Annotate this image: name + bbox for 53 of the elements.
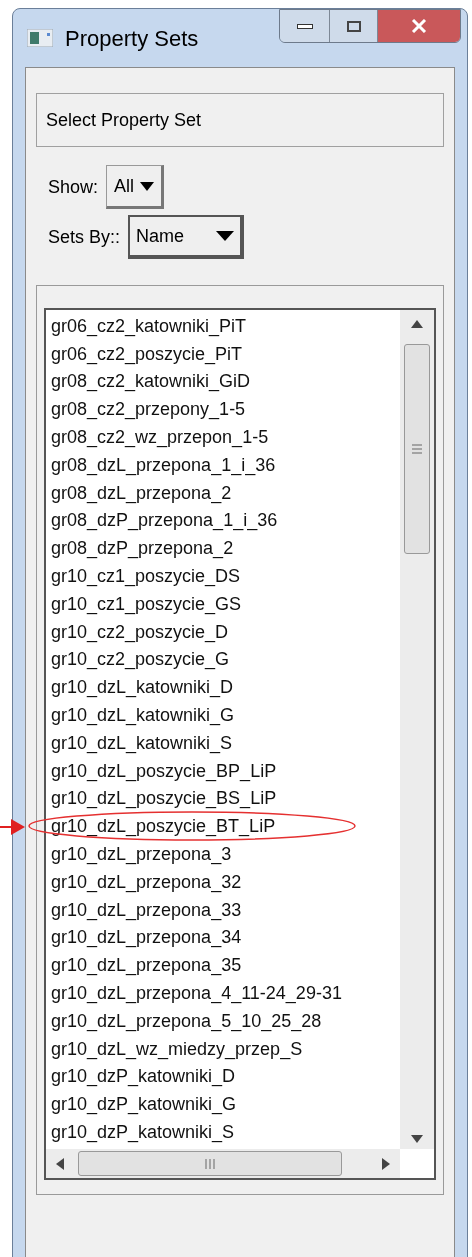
scrollbar-thumb[interactable]	[404, 344, 430, 554]
horizontal-scrollbar[interactable]	[46, 1149, 400, 1178]
list-item[interactable]: gr08_dzP_przepona_2	[51, 537, 234, 560]
list-item[interactable]: gr08_dzL_przepona_2	[51, 481, 232, 504]
maximize-button[interactable]	[330, 10, 378, 42]
list-item[interactable]: gr10_dzP_katowniki_S	[51, 1121, 235, 1143]
list-item[interactable]: gr10_cz1_poszycie_GS	[51, 592, 242, 615]
sets-by-label: Sets By::	[48, 225, 121, 249]
list-item[interactable]: gr06_cz2_poszycie_PiT	[51, 342, 243, 365]
list-item[interactable]: gr08_cz2_katowniki_GiD	[51, 370, 251, 393]
list-item[interactable]: gr10_dzL_katowniki_D	[51, 676, 234, 699]
list-item[interactable]: gr08_dzP_przepona_1_i_36	[51, 509, 278, 532]
list-item[interactable]: gr10_dzL_katowniki_S	[51, 731, 233, 754]
list-item[interactable]: gr10_dzL_poszycie_BS_LiP	[51, 787, 277, 810]
list-item[interactable]: gr10_dzL_przepona_3	[51, 843, 232, 866]
header-text: Select Property Set	[46, 108, 202, 132]
list-item[interactable]: gr10_dzL_przepona_5_10_25_28	[51, 1009, 322, 1032]
scroll-left-icon[interactable]	[56, 1157, 64, 1170]
list-item[interactable]: gr10_dzL_przepona_35	[51, 954, 242, 977]
list-item[interactable]: gr10_dzP_katowniki_D	[51, 1065, 236, 1088]
list-item[interactable]: gr10_cz2_poszycie_D	[51, 620, 229, 643]
dropdown-arrow-icon	[140, 181, 155, 191]
list-item[interactable]: gr10_dzL_poszycie_BP_LiP	[51, 759, 277, 782]
window-title: Property Sets	[65, 24, 199, 53]
scroll-right-icon[interactable]	[382, 1157, 390, 1170]
scroll-up-icon[interactable]	[411, 320, 423, 328]
list-item[interactable]: gr10_dzL_wz_miedzy_przep_S	[51, 1037, 303, 1060]
list-item[interactable]: gr08_cz2_przepony_1-5	[51, 398, 246, 421]
list-item[interactable]: gr10_dzL_przepona_32	[51, 870, 242, 893]
grip-icon	[205, 1158, 215, 1169]
minimize-button[interactable]	[280, 10, 330, 42]
show-dropdown[interactable]: All	[106, 165, 165, 209]
list-item[interactable]: gr10_dzL_przepona_33	[51, 898, 242, 921]
list-item[interactable]: gr08_cz2_wz_przepon_1-5	[51, 426, 269, 449]
list-item[interactable]: gr10_cz2_poszycie_G	[51, 648, 230, 671]
list-item[interactable]: gr10_dzP_katowniki_G	[51, 1093, 237, 1116]
list-item[interactable]: gr08_dzL_przepona_1_i_36	[51, 453, 276, 476]
list-item[interactable]: gr10_dzL_przepona_4_11-24_29-31	[51, 982, 342, 1004]
app-icon	[27, 29, 53, 47]
list-item[interactable]: gr10_cz1_poszycie_DS	[51, 565, 241, 588]
show-label: Show:	[48, 175, 99, 199]
vertical-scrollbar[interactable]	[400, 310, 434, 1149]
grip-icon	[412, 444, 422, 454]
close-icon	[411, 19, 427, 33]
sets-by-dropdown[interactable]: Name	[128, 215, 245, 259]
close-button[interactable]	[378, 10, 460, 42]
dropdown-arrow-icon	[216, 231, 235, 241]
scroll-down-icon[interactable]	[411, 1135, 423, 1143]
annotation-arrow	[0, 819, 25, 836]
list-item[interactable]: gr10_dzL_przepona_34	[51, 926, 242, 949]
scrollbar-thumb[interactable]	[78, 1151, 342, 1176]
list-item[interactable]: gr10_dzL_katowniki_G	[51, 704, 235, 727]
list-item[interactable]: gr06_cz2_katowniki_PiT	[51, 314, 247, 337]
